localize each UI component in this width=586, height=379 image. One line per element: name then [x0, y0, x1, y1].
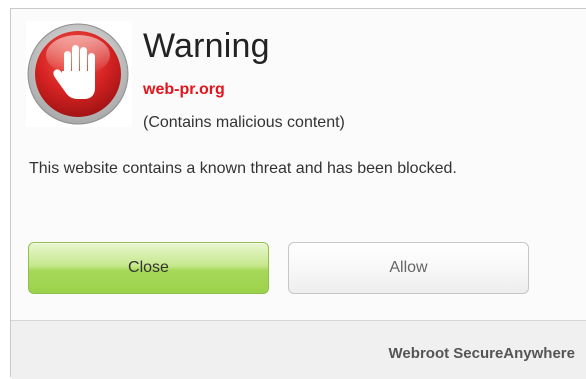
block-reason: (Contains malicious content) [143, 114, 345, 131]
dialog-footer: Webroot SecureAnywhere [11, 320, 586, 379]
warning-dialog: Warning web-pr.org (Contains malicious c… [10, 8, 586, 379]
dialog-title: Warning [143, 27, 270, 65]
warning-message: This website contains a known threat and… [29, 160, 457, 177]
stop-hand-icon [27, 23, 129, 125]
close-button[interactable]: Close [28, 242, 269, 294]
warning-icon-container [26, 21, 132, 127]
allow-button[interactable]: Allow [288, 242, 529, 294]
close-button-label: Close [128, 259, 169, 276]
blocked-site-domain: web-pr.org [143, 81, 225, 98]
allow-button-label: Allow [389, 259, 428, 276]
brand-label: Webroot SecureAnywhere [388, 345, 575, 362]
